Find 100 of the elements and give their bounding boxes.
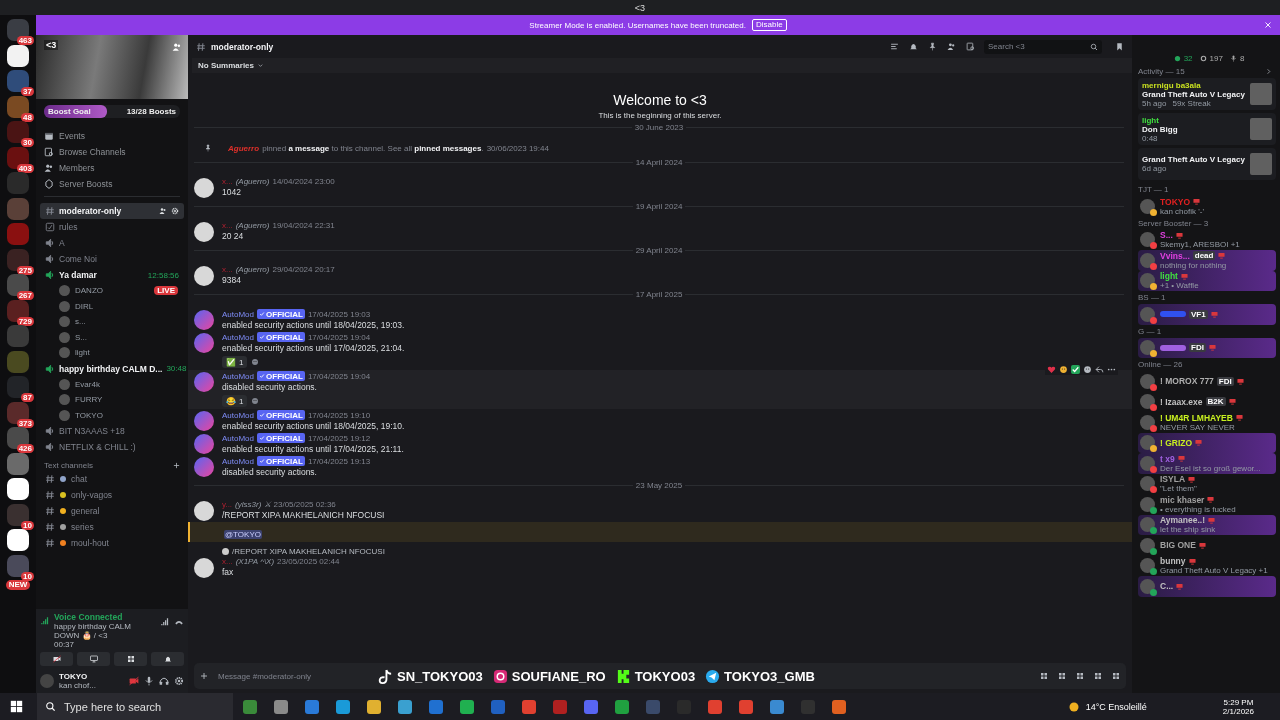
reaction[interactable]: 😂 1 bbox=[222, 395, 248, 407]
bookmark-icon[interactable] bbox=[1115, 42, 1124, 51]
search-field[interactable]: Search <3 bbox=[988, 42, 1090, 51]
channel-item[interactable]: NETFLIX & CHILL :) bbox=[40, 439, 184, 455]
clock[interactable]: 5:29 PM 2/1/2026 bbox=[1222, 697, 1254, 716]
app-icon[interactable] bbox=[398, 699, 412, 714]
microphone-icon[interactable] bbox=[144, 676, 154, 686]
close-icon[interactable] bbox=[1264, 21, 1272, 29]
member-row[interactable]: bunny Grand Theft Auto V Legacy +1 bbox=[1138, 555, 1276, 576]
member-row[interactable]: light +1 • Waffle bbox=[1138, 270, 1276, 291]
voice-action-button[interactable] bbox=[40, 652, 73, 666]
app-icon[interactable] bbox=[739, 699, 753, 714]
app-icon[interactable] bbox=[274, 699, 288, 714]
app-icon[interactable] bbox=[367, 699, 381, 714]
windows-icon[interactable] bbox=[10, 700, 23, 713]
voice-user-name[interactable]: DANZO bbox=[75, 286, 150, 296]
app-icon[interactable] bbox=[336, 699, 350, 714]
add-reaction-icon[interactable] bbox=[251, 397, 260, 405]
bot-avatar[interactable] bbox=[194, 310, 214, 330]
bot-avatar[interactable] bbox=[194, 457, 214, 477]
author-name[interactable]: AutoMod bbox=[222, 456, 255, 466]
member-row[interactable]: FDI bbox=[1138, 337, 1276, 358]
voice-user-name[interactable]: TOKYO bbox=[75, 410, 178, 420]
member-row[interactable]: mic khaser • everything is fucked bbox=[1138, 494, 1276, 515]
voice-action-button[interactable] bbox=[151, 652, 184, 666]
voice-action-button[interactable] bbox=[77, 652, 110, 666]
author-name[interactable]: AutoMod bbox=[222, 433, 255, 443]
bot-avatar[interactable] bbox=[194, 411, 214, 431]
message-input[interactable]: Message #moderator-only bbox=[200, 671, 370, 681]
user-mention[interactable]: @TOKYO bbox=[224, 530, 262, 539]
member-row[interactable]: VF1 bbox=[1138, 304, 1276, 325]
threads-icon[interactable] bbox=[890, 42, 899, 51]
nav-link[interactable]: Server Boosts bbox=[59, 179, 113, 189]
server-icon[interactable] bbox=[7, 529, 29, 551]
member-row[interactable]: C... bbox=[1138, 576, 1276, 597]
user-avatar[interactable] bbox=[194, 266, 214, 286]
app-icon[interactable] bbox=[832, 699, 846, 714]
author-name[interactable]: Aguerro bbox=[228, 143, 260, 153]
author-name[interactable]: AutoMod bbox=[222, 371, 255, 381]
channel-item[interactable]: BIT N3AAAS +18 bbox=[40, 423, 184, 439]
activity-card[interactable]: Grand Theft Auto V Legacy 6d ago bbox=[1138, 148, 1276, 180]
channel-name[interactable]: moul-hout bbox=[71, 538, 179, 548]
user-avatar[interactable] bbox=[194, 501, 214, 521]
voice-user-name[interactable]: S... bbox=[75, 332, 178, 342]
member-row[interactable]: S... Skemy1, ARESBOI +1 bbox=[1138, 229, 1276, 250]
app-icon[interactable] bbox=[429, 699, 443, 714]
invite-icon[interactable] bbox=[159, 207, 167, 215]
channel-item[interactable]: Come Noi bbox=[40, 251, 184, 267]
camera-off-icon[interactable] bbox=[129, 676, 139, 686]
app-icon[interactable] bbox=[305, 699, 319, 714]
channel-name[interactable]: chat bbox=[71, 474, 179, 484]
app-icon[interactable] bbox=[584, 699, 598, 714]
author-nickname[interactable]: (X1PA ^\X) bbox=[235, 557, 275, 566]
author-name[interactable]: AutoMod bbox=[222, 332, 255, 342]
channel-name[interactable]: general bbox=[71, 506, 179, 516]
server-icon[interactable] bbox=[7, 44, 29, 67]
member-row[interactable]: ! MOROX 777 FDI bbox=[1138, 371, 1276, 392]
search-bar[interactable]: Search <3 bbox=[984, 39, 1102, 54]
boost-goal-bar[interactable]: Boost Goal 13/28 Boosts bbox=[44, 105, 180, 118]
app-icon[interactable] bbox=[243, 699, 257, 714]
bell-icon[interactable] bbox=[909, 42, 918, 51]
member-row[interactable]: Vvins... dead nothing for nothing bbox=[1138, 250, 1276, 271]
member-row[interactable]: ! Izaax.exe B2K bbox=[1138, 391, 1276, 412]
channel-item[interactable]: happy birthday CALM D... 30:48 bbox=[40, 360, 184, 377]
chevron-icon[interactable] bbox=[257, 62, 265, 69]
nav-link[interactable]: Events bbox=[59, 131, 85, 141]
nav-link[interactable]: Browse Channels bbox=[59, 147, 126, 157]
member-row[interactable]: BIG ONE bbox=[1138, 535, 1276, 556]
disable-button[interactable]: Disable bbox=[751, 19, 787, 31]
author-nickname[interactable]: (ylss3r) ⚔ bbox=[235, 500, 271, 509]
user-avatar[interactable] bbox=[194, 222, 214, 242]
chevron-right-icon[interactable] bbox=[1265, 68, 1272, 75]
member-row[interactable]: ! GRIZO bbox=[1138, 432, 1276, 453]
check-icon[interactable] bbox=[1071, 365, 1080, 374]
activity-card[interactable]: light Don Bigg 0:48 bbox=[1138, 113, 1276, 145]
author-nickname[interactable]: (Aguerro) bbox=[235, 177, 270, 186]
taskbar-search-bar[interactable]: Type here to search bbox=[37, 693, 233, 720]
member-row[interactable]: Aymanee..! let the ship sink bbox=[1138, 514, 1276, 535]
reply-preview[interactable]: /REPORT XIPA MAKHELANICH NFOCUSI bbox=[232, 547, 385, 556]
bot-avatar[interactable] bbox=[194, 333, 214, 353]
settings-icon[interactable] bbox=[171, 207, 179, 215]
app-icon[interactable] bbox=[770, 699, 784, 714]
summaries-dropdown[interactable]: No Summaries bbox=[198, 61, 255, 70]
bot-avatar[interactable] bbox=[194, 434, 214, 454]
voice-user-name[interactable]: DIRL bbox=[75, 301, 178, 311]
bot-avatar[interactable] bbox=[194, 372, 214, 392]
author-nickname[interactable]: (Aguerro) bbox=[235, 221, 270, 230]
add-person-icon[interactable] bbox=[172, 42, 182, 52]
server-name[interactable]: <3 bbox=[44, 40, 59, 50]
user-avatar[interactable] bbox=[194, 558, 214, 578]
voice-user-name[interactable]: FURRY bbox=[75, 395, 178, 405]
reaction[interactable]: ✅ 1 bbox=[222, 356, 248, 368]
author-nickname[interactable]: (Aguerro) bbox=[235, 265, 270, 274]
heart-icon[interactable] bbox=[1047, 365, 1056, 374]
add-icon[interactable] bbox=[200, 672, 208, 680]
nav-link[interactable]: Members bbox=[59, 163, 95, 173]
add-icon[interactable] bbox=[173, 462, 180, 469]
apps-icon[interactable] bbox=[1112, 672, 1120, 680]
author-name[interactable]: AutoMod bbox=[222, 309, 255, 319]
voice-user-name[interactable]: Evar4k bbox=[75, 379, 178, 389]
